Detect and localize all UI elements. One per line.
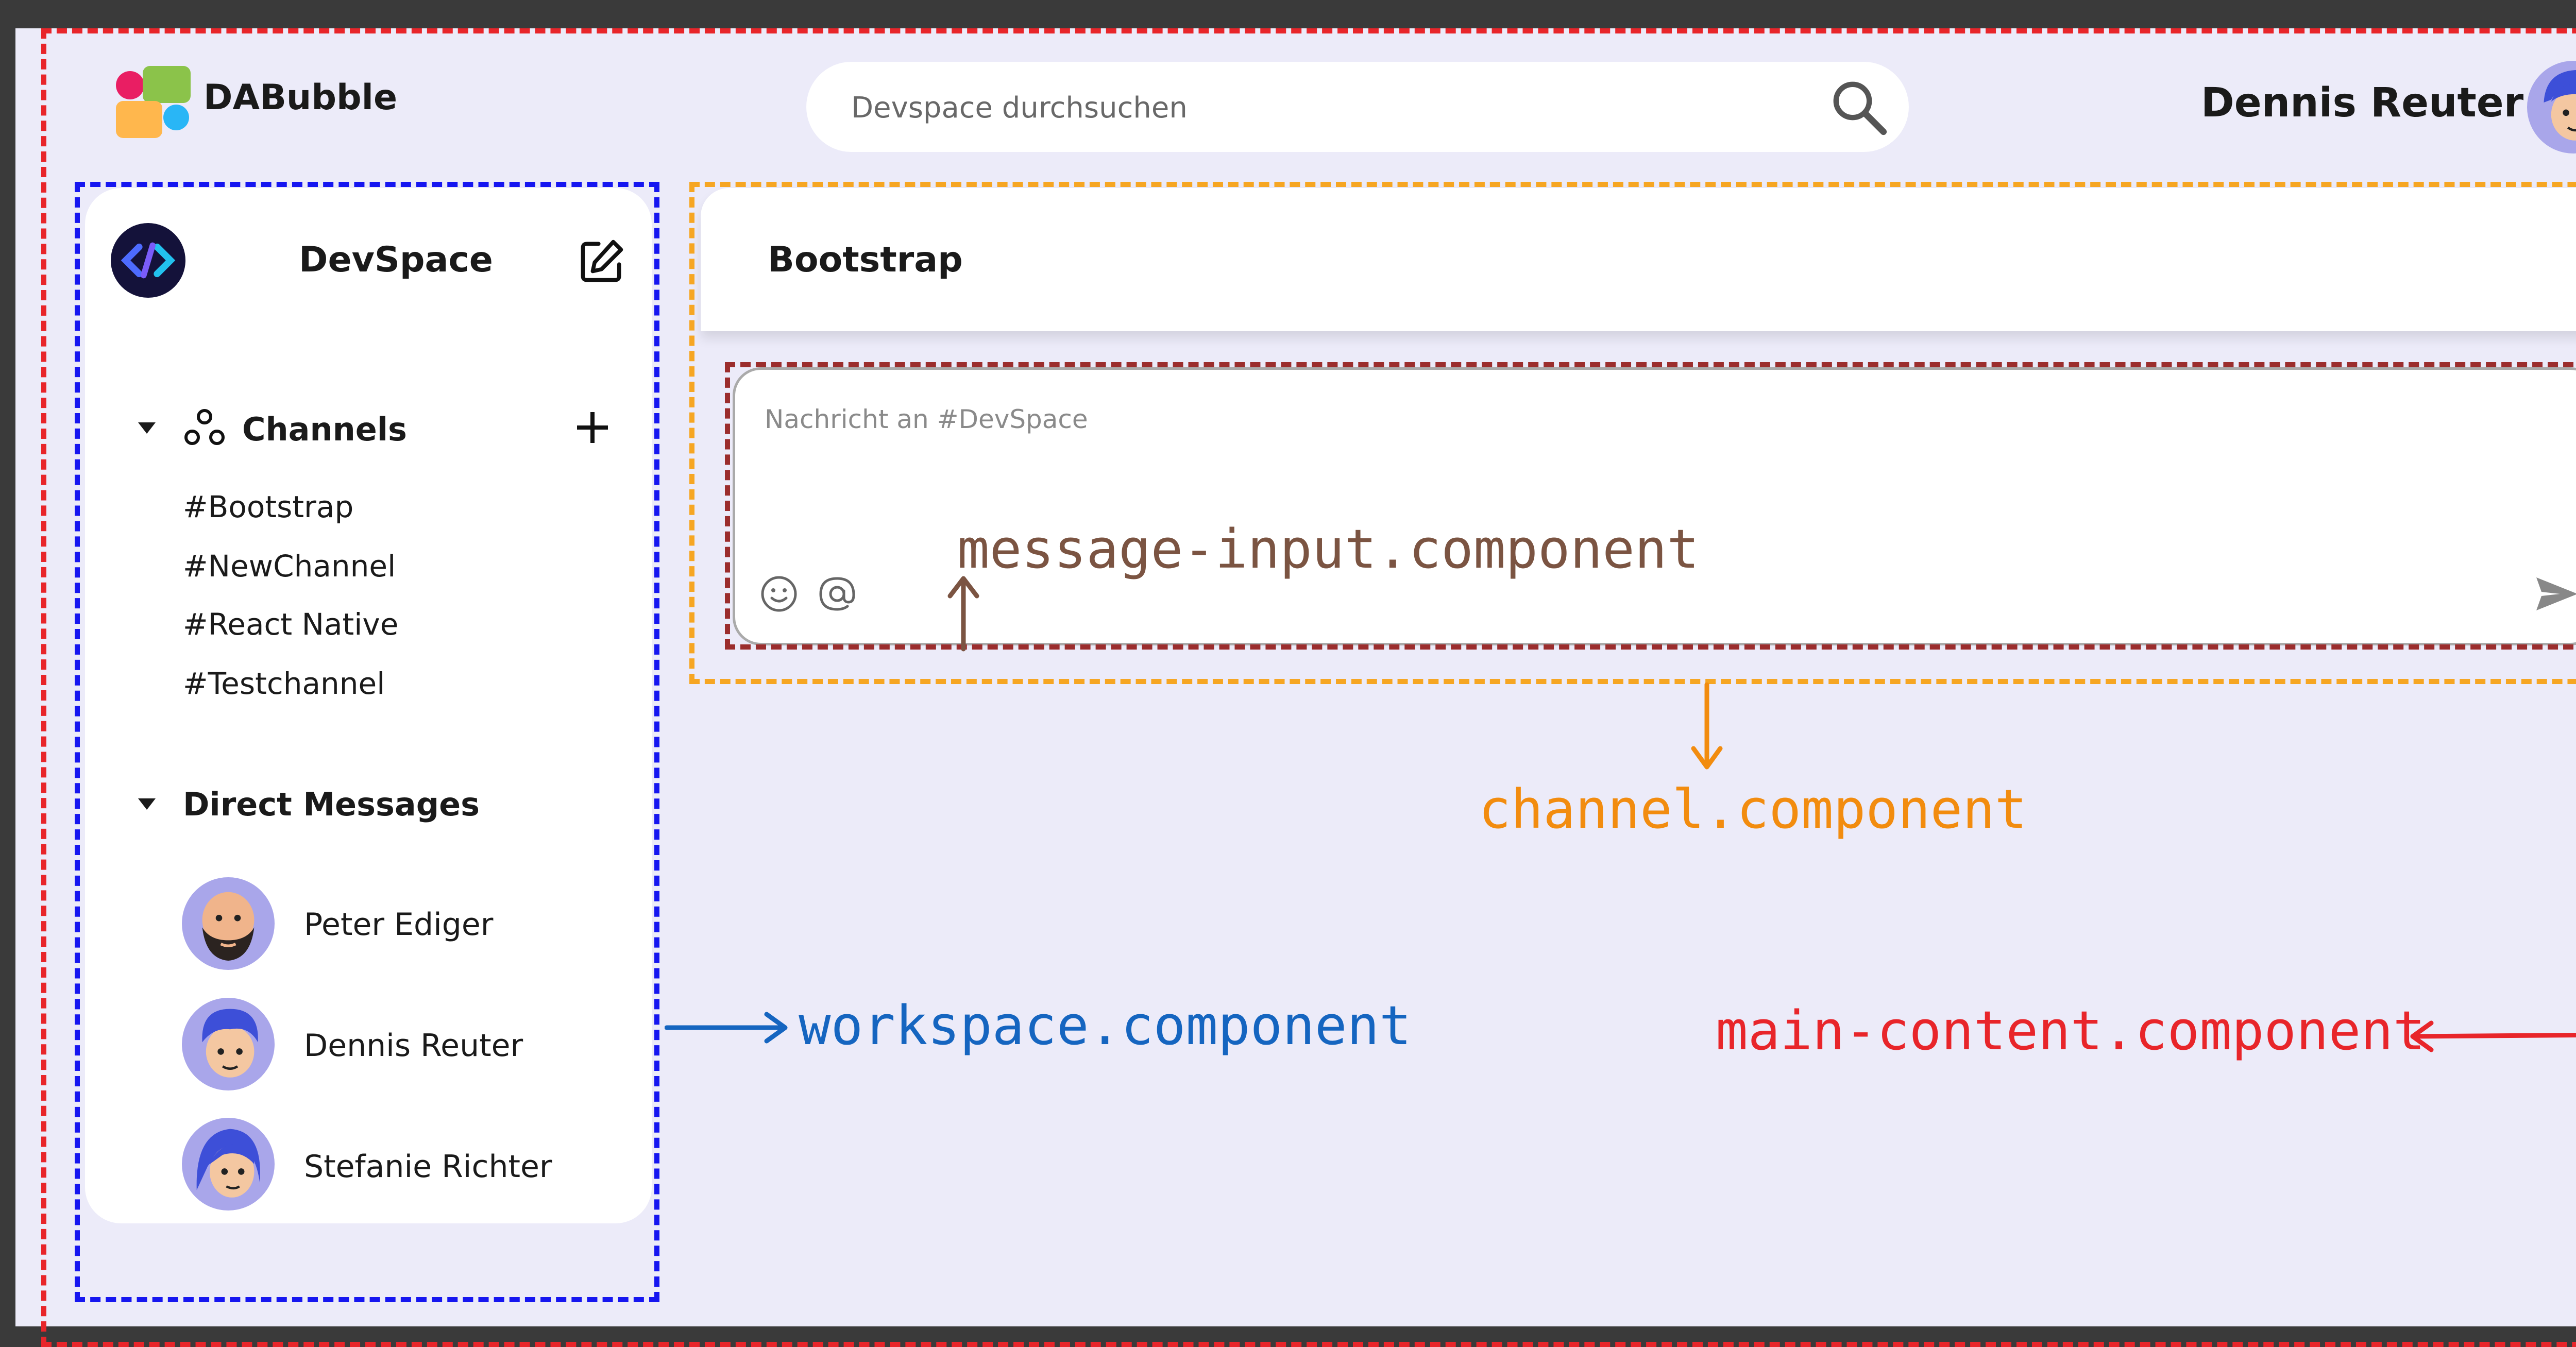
workspace-outline <box>75 182 659 1302</box>
arrow-message-input <box>947 576 979 652</box>
annotation-message-input: message-input.component <box>957 518 1700 581</box>
message-input-outline <box>725 362 2576 650</box>
arrow-workspace <box>665 1012 788 1044</box>
arrow-channel <box>1691 683 1723 770</box>
annotation-workspace: workspace.component <box>799 994 1412 1057</box>
annotation-channel: channel.component <box>1479 778 2027 841</box>
annotation-main-content: main-content.component <box>1716 999 2426 1062</box>
arrow-main-content <box>2410 1020 2576 1052</box>
